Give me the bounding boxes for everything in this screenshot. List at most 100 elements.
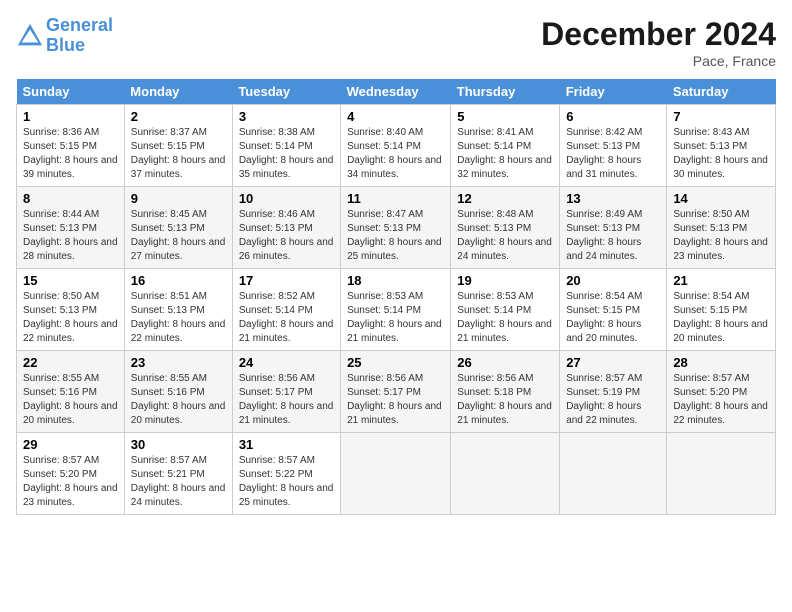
day-info: Sunrise: 8:57 AMSunset: 5:21 PMDaylight:… (131, 454, 226, 510)
day-info: Sunrise: 8:56 AMSunset: 5:17 PMDaylight:… (347, 372, 444, 428)
calendar-cell: 30 Sunrise: 8:57 AMSunset: 5:21 PMDayligh… (124, 433, 232, 515)
day-info: Sunrise: 8:47 AMSunset: 5:13 PMDaylight:… (347, 208, 444, 264)
calendar-cell: 22 Sunrise: 8:55 AMSunset: 5:16 PMDayligh… (17, 351, 125, 433)
day-number: 14 (673, 191, 769, 206)
logo-line1: General (46, 15, 113, 35)
calendar-cell: 7 Sunrise: 8:43 AMSunset: 5:13 PMDaylight… (667, 105, 776, 187)
calendar-cell: 10 Sunrise: 8:46 AMSunset: 5:13 PMDayligh… (232, 187, 340, 269)
day-number: 22 (23, 355, 118, 370)
day-info: Sunrise: 8:54 AMSunset: 5:15 PMDaylight:… (673, 290, 769, 346)
calendar-week-row: 29 Sunrise: 8:57 AMSunset: 5:20 PMDayligh… (17, 433, 776, 515)
day-number: 28 (673, 355, 769, 370)
calendar-cell: 26 Sunrise: 8:56 AMSunset: 5:18 PMDayligh… (451, 351, 560, 433)
day-info: Sunrise: 8:57 AMSunset: 5:19 PMDaylight:… (566, 372, 660, 428)
logo-text: General Blue (46, 16, 113, 56)
day-number: 15 (23, 273, 118, 288)
calendar-cell: 28 Sunrise: 8:57 AMSunset: 5:20 PMDayligh… (667, 351, 776, 433)
day-info: Sunrise: 8:57 AMSunset: 5:20 PMDaylight:… (673, 372, 769, 428)
day-number: 16 (131, 273, 226, 288)
day-number: 30 (131, 437, 226, 452)
day-info: Sunrise: 8:57 AMSunset: 5:22 PMDaylight:… (239, 454, 334, 510)
calendar-cell: 18 Sunrise: 8:53 AMSunset: 5:14 PMDayligh… (341, 269, 451, 351)
calendar-cell: 16 Sunrise: 8:51 AMSunset: 5:13 PMDayligh… (124, 269, 232, 351)
calendar-week-row: 8Sunrise: 8:44 AMSunset: 5:13 PMDaylight… (17, 187, 776, 269)
day-info: Sunrise: 8:54 AMSunset: 5:15 PMDaylight:… (566, 290, 660, 346)
day-info: Sunrise: 8:40 AMSunset: 5:14 PMDaylight:… (347, 126, 444, 182)
calendar-cell: 20Sunrise: 8:54 AMSunset: 5:15 PMDayligh… (560, 269, 667, 351)
day-info: Sunrise: 8:44 AMSunset: 5:13 PMDaylight:… (23, 208, 118, 264)
calendar-cell (451, 433, 560, 515)
day-number: 12 (457, 191, 553, 206)
calendar-cell (341, 433, 451, 515)
day-info: Sunrise: 8:49 AMSunset: 5:13 PMDaylight:… (566, 208, 660, 264)
day-info: Sunrise: 8:36 AMSunset: 5:15 PMDaylight:… (23, 126, 118, 182)
page-header: General Blue December 2024 Pace, France (16, 16, 776, 69)
day-number: 18 (347, 273, 444, 288)
calendar-day-header: Friday (560, 79, 667, 105)
day-number: 21 (673, 273, 769, 288)
day-info: Sunrise: 8:50 AMSunset: 5:13 PMDaylight:… (673, 208, 769, 264)
day-info: Sunrise: 8:55 AMSunset: 5:16 PMDaylight:… (131, 372, 226, 428)
calendar-day-header: Wednesday (341, 79, 451, 105)
calendar-week-row: 15Sunrise: 8:50 AMSunset: 5:13 PMDayligh… (17, 269, 776, 351)
logo-icon (16, 22, 44, 50)
calendar-day-header: Monday (124, 79, 232, 105)
day-number: 9 (131, 191, 226, 206)
calendar-cell: 14 Sunrise: 8:50 AMSunset: 5:13 PMDayligh… (667, 187, 776, 269)
calendar-cell (667, 433, 776, 515)
calendar-day-header: Thursday (451, 79, 560, 105)
calendar-cell: 31 Sunrise: 8:57 AMSunset: 5:22 PMDayligh… (232, 433, 340, 515)
calendar-cell: 17Sunrise: 8:52 AMSunset: 5:14 PMDayligh… (232, 269, 340, 351)
day-info: Sunrise: 8:56 AMSunset: 5:17 PMDaylight:… (239, 372, 334, 428)
calendar-cell: 19Sunrise: 8:53 AMSunset: 5:14 PMDayligh… (451, 269, 560, 351)
day-number: 19 (457, 273, 553, 288)
day-number: 3 (239, 109, 334, 124)
day-info: Sunrise: 8:57 AMSunset: 5:20 PMDaylight:… (23, 454, 118, 510)
calendar-cell: 2Sunrise: 8:37 AMSunset: 5:15 PMDaylight… (124, 105, 232, 187)
day-info: Sunrise: 8:51 AMSunset: 5:13 PMDaylight:… (131, 290, 226, 346)
calendar-table: SundayMondayTuesdayWednesdayThursdayFrid… (16, 79, 776, 515)
day-number: 11 (347, 191, 444, 206)
calendar-week-row: 22 Sunrise: 8:55 AMSunset: 5:16 PMDayligh… (17, 351, 776, 433)
day-info: Sunrise: 8:53 AMSunset: 5:14 PMDaylight:… (347, 290, 444, 346)
day-info: Sunrise: 8:43 AMSunset: 5:13 PMDaylight:… (673, 126, 769, 182)
day-info: Sunrise: 8:38 AMSunset: 5:14 PMDaylight:… (239, 126, 334, 182)
month-title: December 2024 (541, 16, 776, 53)
calendar-cell: 21 Sunrise: 8:54 AMSunset: 5:15 PMDayligh… (667, 269, 776, 351)
calendar-week-row: 1 Sunrise: 8:36 AMSunset: 5:15 PMDaylight… (17, 105, 776, 187)
day-number: 6 (566, 109, 660, 124)
calendar-cell: 6Sunrise: 8:42 AMSunset: 5:13 PMDaylight… (560, 105, 667, 187)
location: Pace, France (541, 53, 776, 69)
day-number: 4 (347, 109, 444, 124)
calendar-cell: 13 Sunrise: 8:49 AMSunset: 5:13 PMDayligh… (560, 187, 667, 269)
day-number: 26 (457, 355, 553, 370)
logo: General Blue (16, 16, 113, 56)
day-info: Sunrise: 8:45 AMSunset: 5:13 PMDaylight:… (131, 208, 226, 264)
calendar-header-row: SundayMondayTuesdayWednesdayThursdayFrid… (17, 79, 776, 105)
calendar-day-header: Saturday (667, 79, 776, 105)
calendar-cell: 24 Sunrise: 8:56 AMSunset: 5:17 PMDayligh… (232, 351, 340, 433)
day-info: Sunrise: 8:55 AMSunset: 5:16 PMDaylight:… (23, 372, 118, 428)
day-info: Sunrise: 8:48 AMSunset: 5:13 PMDaylight:… (457, 208, 553, 264)
calendar-cell: 3 Sunrise: 8:38 AMSunset: 5:14 PMDaylight… (232, 105, 340, 187)
day-number: 1 (23, 109, 118, 124)
calendar-cell: 8Sunrise: 8:44 AMSunset: 5:13 PMDaylight… (17, 187, 125, 269)
day-info: Sunrise: 8:46 AMSunset: 5:13 PMDaylight:… (239, 208, 334, 264)
calendar-cell: 9 Sunrise: 8:45 AMSunset: 5:13 PMDaylight… (124, 187, 232, 269)
day-number: 7 (673, 109, 769, 124)
day-number: 10 (239, 191, 334, 206)
day-number: 27 (566, 355, 660, 370)
day-number: 24 (239, 355, 334, 370)
logo-line2: Blue (46, 35, 85, 55)
day-number: 2 (131, 109, 226, 124)
title-block: December 2024 Pace, France (541, 16, 776, 69)
day-number: 31 (239, 437, 334, 452)
day-number: 29 (23, 437, 118, 452)
calendar-cell: 27 Sunrise: 8:57 AMSunset: 5:19 PMDayligh… (560, 351, 667, 433)
calendar-cell: 4 Sunrise: 8:40 AMSunset: 5:14 PMDaylight… (341, 105, 451, 187)
day-info: Sunrise: 8:56 AMSunset: 5:18 PMDaylight:… (457, 372, 553, 428)
day-number: 17 (239, 273, 334, 288)
day-number: 25 (347, 355, 444, 370)
day-number: 13 (566, 191, 660, 206)
day-info: Sunrise: 8:41 AMSunset: 5:14 PMDaylight:… (457, 126, 553, 182)
